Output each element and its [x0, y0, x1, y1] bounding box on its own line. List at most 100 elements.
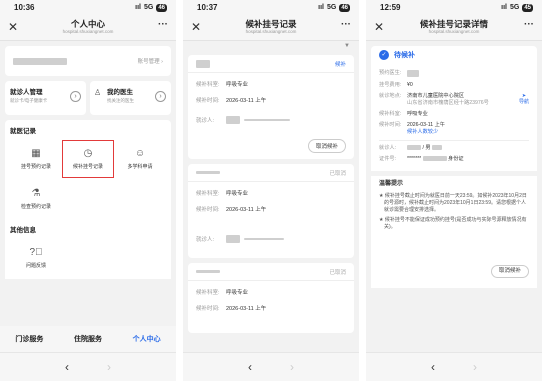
detail-panel: 预约医生: 挂号费用: ¥0 就诊地点: 济南市儿童医院中心院区 山东省济南市槐荫区经… [371, 64, 537, 171]
status-text: 待候补 [394, 52, 415, 59]
time-label: 候补时间: [196, 98, 220, 104]
tab-bar: 门诊服务 住院服务 个人中心 [0, 326, 176, 352]
redacted-patient [244, 119, 290, 121]
navigate-label: 导航 [518, 98, 529, 105]
redacted-patient [244, 238, 284, 240]
network-label: 5G [143, 4, 154, 11]
redacted-doctor [407, 70, 419, 77]
place-value: 济南市儿童医院中心院区 [407, 92, 465, 99]
signal-icon: ııl [318, 4, 324, 11]
time-value: 2026-03-11 上午 [226, 98, 267, 104]
battery-icon: 45 [522, 3, 533, 12]
tip-item-text: 候补挂号不能保证成功预约挂号(是否成功与实际号源释放情况有关)。 [384, 216, 527, 230]
back-icon[interactable]: ‹ [248, 360, 252, 374]
id-label: 证件号: [379, 155, 397, 162]
address-value: 山东省济南市槐荫区经十路23976号 [407, 99, 489, 106]
battery-icon: 46 [339, 3, 350, 12]
tips-panel: 温馨提示 ★ 候补挂号截止时间为就医日前一天23:59。如候补2023年10月2… [371, 175, 537, 288]
redacted-name [196, 59, 210, 68]
arrow-right-icon: › [155, 91, 166, 102]
status-indicators: ııl 5G 46 [318, 3, 350, 12]
dept-value: 呼吸专业 [407, 110, 428, 117]
battery-icon: 46 [156, 3, 167, 12]
redacted-patient [407, 145, 421, 150]
record-item-label: 挂号预约记录 [20, 164, 51, 170]
record-item-label: 候补挂号记录 [72, 164, 103, 170]
filter-bar[interactable]: ▼ [183, 41, 359, 55]
account-manage-label: 账号管理 [137, 59, 160, 65]
users-icon: ☺ [134, 148, 146, 159]
question-icon: ?⃝ [29, 247, 43, 258]
signal-icon: ııl [135, 4, 141, 11]
record-card[interactable]: 已取消 候补科室: 呼吸专业 候补时间: 2026-03-11 上午 就诊人: [188, 164, 354, 258]
tab-outpatient[interactable]: 门诊服务 [15, 334, 43, 344]
tip-item: ★ 候补挂号不能保证成功预约挂号(是否成功与实际号源释放情况有关)。 [379, 216, 527, 230]
more-icon[interactable]: ··· [158, 19, 168, 30]
account-manage-link[interactable]: 账号管理 › [138, 57, 163, 65]
section-header: 其他信息 [10, 227, 36, 234]
redacted-id [422, 156, 447, 161]
tip-item-text: 候补挂号截止时间为就医日前一天23:59。如候补2023年10月2日的号源时，候… [384, 192, 527, 213]
calendar-icon: ▦ [31, 148, 41, 159]
phone-personal-center: 10:36 ııl 5G 46 ✕ 个人中心 hospital.shuxiangne… [0, 0, 176, 381]
network-label: 5G [509, 4, 520, 11]
patient-label: 就诊人: [379, 144, 397, 151]
status-bar: 12:59 ııl 5G 45 [366, 0, 542, 15]
tab-personal-center[interactable]: 个人中心 [133, 334, 161, 344]
redacted-patient [226, 116, 240, 124]
flask-icon: ⚗ [31, 188, 41, 199]
redacted-name [196, 270, 220, 273]
time-label: 候补时间: [379, 121, 402, 128]
more-icon[interactable]: ··· [524, 19, 534, 30]
status-indicators: ııl 5G 46 [135, 3, 167, 12]
record-item-mdt[interactable]: ☺ 多学科申请 [114, 140, 166, 178]
cancel-waitlist-button[interactable]: 取消候补 [490, 264, 529, 278]
status-indicators: ııl 5G 45 [501, 3, 533, 12]
navigate-link[interactable]: ➤ 导航 [519, 93, 529, 107]
nav-bar: ✕ 候补挂号记录详情 hospital.shuxiangnet.com ··· [366, 15, 542, 41]
patient-label: 就诊人: [196, 118, 215, 124]
fee-value: ¥0 [407, 81, 413, 88]
record-item-registration[interactable]: ▦ 挂号预约记录 [10, 140, 62, 178]
patient-manage-card[interactable]: 就诊人管理 就诊卡/电子健康卡 › [5, 81, 86, 115]
nav-bar: ✕ 个人中心 hospital.shuxiangnet.com ··· [0, 15, 176, 41]
feedback-label: 问题反馈 [25, 263, 46, 269]
page-title: 个人中心 [70, 19, 105, 29]
my-doctor-card[interactable]: 我的医生 找关注的医生 ♙ › [90, 81, 171, 115]
user-card[interactable]: 账号管理 › [5, 46, 171, 76]
status-bar: 10:36 ııl 5G 46 [0, 0, 176, 15]
page-subtitle: hospital.shuxiangnet.com [62, 29, 114, 34]
status-badge: 已取消 [329, 170, 346, 177]
back-icon[interactable]: ‹ [65, 360, 69, 374]
phone-waitlist-detail: 12:59 ııl 5G 45 ✕ 候补挂号记录详情 hospital.shuxia… [366, 0, 542, 381]
time-value: 2026-03-11 上午 [226, 306, 267, 312]
record-item-waitlist[interactable]: ◷ 候补挂号记录 [62, 140, 114, 178]
time-value: 2026-03-11 上午 [226, 207, 267, 213]
status-bar: 10:37 ııl 5G 46 [183, 0, 359, 15]
time-value: 2026-03-11 上午 [407, 121, 445, 128]
feedback-item[interactable]: ?⃝ 问题反馈 [10, 239, 62, 277]
dept-label: 候补科室: [379, 110, 402, 117]
phone-waitlist-records: 10:37 ııl 5G 46 ✕ 候补挂号记录 hospital.shuxiang… [183, 0, 359, 381]
record-item-label: 检查预约记录 [20, 204, 51, 210]
tab-inpatient[interactable]: 住院服务 [74, 334, 102, 344]
cancel-waitlist-button[interactable]: 取消候补 [307, 139, 346, 153]
redacted-username [13, 57, 67, 65]
forward-icon[interactable]: › [107, 360, 111, 374]
network-label: 5G [326, 4, 337, 11]
record-card[interactable]: 候补 候补科室: 呼吸专业 候补时间: 2026-03-11 上午 就诊人: 取消候… [188, 55, 354, 159]
other-section: 其他信息 ?⃝ 问题反馈 [5, 220, 171, 279]
dept-value: 呼吸专业 [226, 191, 249, 197]
browser-nav: ‹ › [183, 352, 359, 381]
quick-cards: 就诊人管理 就诊卡/电子健康卡 › 我的医生 找关注的医生 ♙ › [5, 81, 171, 115]
tip-item: ★ 候补挂号截止时间为就医日前一天23:59。如候补2023年10月2日的号源时… [379, 192, 527, 213]
nav-bar: ✕ 候补挂号记录 hospital.shuxiangnet.com ··· [183, 15, 359, 41]
record-card[interactable]: 已取消 候补科室: 呼吸专业 候补时间: 2026-03-11 上午 [188, 263, 354, 333]
back-icon[interactable]: ‹ [431, 360, 435, 374]
record-item-exam[interactable]: ⚗ 检查预约记录 [10, 180, 62, 218]
place-label: 就诊地点: [379, 92, 402, 99]
forward-icon[interactable]: › [290, 360, 294, 374]
forward-icon[interactable]: › [473, 360, 477, 374]
more-icon[interactable]: ··· [341, 19, 351, 30]
id-masked: ******* [407, 155, 422, 162]
